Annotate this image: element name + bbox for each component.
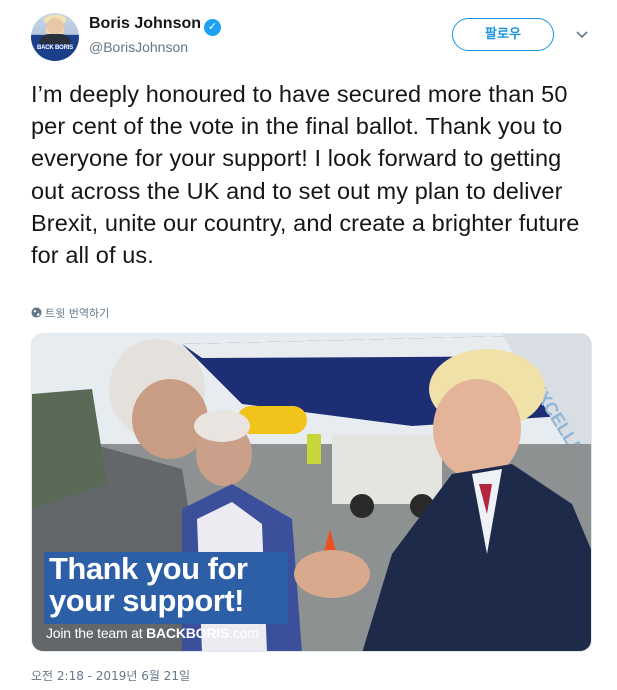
avatar[interactable]: BACK BORIS bbox=[31, 13, 79, 61]
verified-badge-icon: ✓ bbox=[204, 19, 222, 36]
tweet-timestamp[interactable]: 오전 2:18 - 2019년 6월 21일 bbox=[31, 667, 190, 684]
join-prefix: Join the team at bbox=[46, 625, 147, 641]
globe-icon bbox=[31, 307, 42, 318]
display-name[interactable]: Boris Johnson bbox=[89, 15, 201, 32]
author-info[interactable]: Boris Johnson ✓ @BorisJohnson bbox=[89, 15, 222, 55]
translate-label: 트윗 번역하기 bbox=[45, 307, 110, 320]
join-site-suffix: .com bbox=[229, 625, 259, 641]
banner-line-2: your support! bbox=[49, 583, 245, 618]
author-handle[interactable]: @BorisJohnson bbox=[89, 39, 221, 55]
tweet-header: BACK BORIS Boris Johnson ✓ @BorisJohnson … bbox=[31, 13, 601, 63]
translate-tweet-link[interactable]: 트윗 번역하기 bbox=[31, 305, 109, 321]
tweet-text: I’m deeply honoured to have secured more… bbox=[31, 81, 580, 269]
join-site-bold: BACKBORIS bbox=[146, 625, 230, 641]
tweet-photo[interactable]: EXCELLE Thank you for your support! Join bbox=[31, 333, 592, 652]
avatar-text: BACK BORIS bbox=[36, 45, 73, 51]
thank-you-banner: Thank you for your support! bbox=[44, 552, 288, 624]
follow-button[interactable]: 팔로우 bbox=[452, 18, 554, 51]
join-caption: Join the team at BACKBORIS.com bbox=[46, 625, 259, 641]
chevron-down-icon[interactable] bbox=[575, 27, 589, 41]
banner-line-1: Thank you for bbox=[49, 551, 248, 586]
